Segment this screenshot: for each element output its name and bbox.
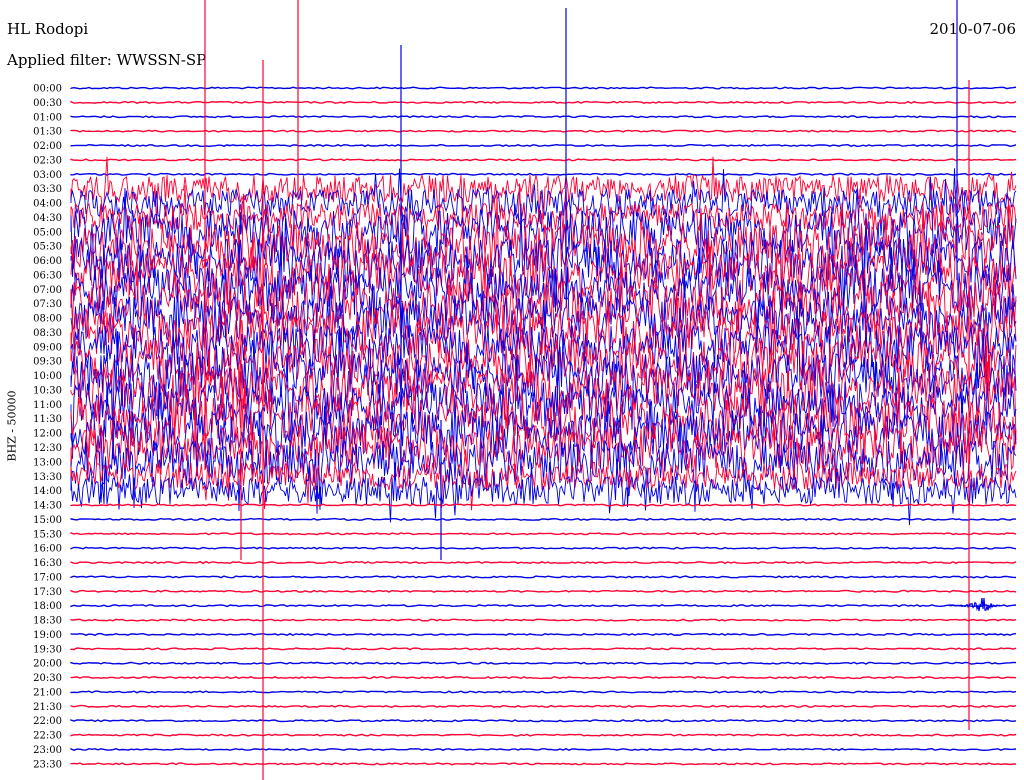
trace-row (70, 604, 1017, 608)
y-tick-label: 20:30 (33, 673, 62, 684)
trace-row (70, 762, 1017, 766)
event-burst (949, 597, 1001, 612)
trace-row (70, 143, 1017, 148)
y-tick-label: 23:30 (33, 759, 62, 770)
y-tick-label: 08:00 (33, 314, 62, 325)
y-tick-label: 02:30 (33, 155, 62, 166)
y-tick-label: 19:30 (33, 644, 62, 655)
y-tick-label: 10:00 (33, 371, 62, 382)
trace-row (70, 546, 1017, 550)
y-tick-label: 22:30 (33, 731, 62, 742)
y-tick-label: 16:30 (33, 558, 62, 569)
trace-row (70, 115, 1017, 119)
trace-row (70, 618, 1017, 622)
trace-row (70, 719, 1017, 723)
y-tick-label: 15:00 (33, 515, 62, 526)
y-tick-label: 09:30 (33, 357, 62, 368)
trace-row (70, 560, 1017, 565)
helicorder-plot: 00:00 00:30 01:00 01:30 02:00 02:30 03:00 03:30… (33, 0, 1017, 780)
y-tick-label: 19:00 (33, 630, 62, 641)
y-tick-label: 14:00 (33, 486, 62, 497)
trace-row (70, 86, 1017, 90)
trace-row (70, 690, 1017, 694)
trace-row (70, 575, 1017, 579)
y-tick-label: 00:30 (33, 98, 62, 109)
y-tick-label: 17:00 (33, 572, 62, 583)
y-tick-label: 13:30 (33, 472, 62, 483)
trace-row (70, 676, 1017, 680)
y-tick-label: 21:30 (33, 702, 62, 713)
y-tick-label: 08:30 (33, 328, 62, 339)
y-tick-label: 10:30 (33, 385, 62, 396)
y-tick-label: 15:30 (33, 529, 62, 540)
y-tick-label: 01:30 (33, 127, 62, 138)
trace-row (70, 517, 1016, 521)
trace-row (70, 589, 1017, 593)
trace-row (70, 733, 1017, 737)
y-tick-label: 21:00 (33, 687, 62, 698)
y-tick-label: 12:00 (33, 429, 62, 440)
y-tick-label: 03:30 (33, 184, 62, 195)
y-tick-label: 06:00 (33, 256, 62, 267)
y-tick-label: 18:30 (33, 616, 62, 627)
trace-row (70, 100, 1017, 104)
y-tick-label: 07:30 (33, 299, 62, 310)
trace-row (70, 156, 1017, 224)
y-tick-label: 11:00 (33, 400, 62, 411)
y-tick-label: 12:30 (33, 443, 62, 454)
trace-row (70, 747, 1017, 752)
y-tick-label: 04:30 (33, 213, 62, 224)
y-tick-label: 23:00 (33, 745, 62, 756)
trace-row (70, 647, 1017, 651)
trace-row (70, 661, 1017, 665)
y-tick-label: 07:00 (33, 285, 62, 296)
trace-row (70, 704, 1017, 708)
y-tick-label: 05:30 (33, 242, 62, 253)
y-tick-label: 09:00 (33, 342, 62, 353)
trace-row (70, 158, 1017, 162)
trace-row (70, 172, 1017, 176)
y-tick-label: 05:00 (33, 227, 62, 238)
y-tick-label: 03:00 (33, 170, 62, 181)
trace-row (70, 503, 1017, 507)
y-tick-label: 17:30 (33, 587, 62, 598)
y-tick-label: 04:00 (33, 199, 62, 210)
trace-row (70, 129, 1017, 133)
trace-row (70, 532, 1017, 536)
y-tick-label: 22:00 (33, 716, 62, 727)
trace-row (70, 632, 1017, 636)
y-tick-label: 18:00 (33, 601, 62, 612)
y-tick-label: 02:00 (33, 141, 62, 152)
y-tick-label: 01:00 (33, 112, 62, 123)
y-tick-label: 20:00 (33, 659, 62, 670)
y-tick-label: 16:00 (33, 544, 62, 555)
y-tick-label: 11:30 (33, 414, 62, 425)
y-tick-label: 13:00 (33, 457, 62, 468)
y-tick-label: 14:30 (33, 501, 62, 512)
y-tick-label: 06:30 (33, 270, 62, 281)
y-tick-label: 00:00 (33, 84, 62, 95)
